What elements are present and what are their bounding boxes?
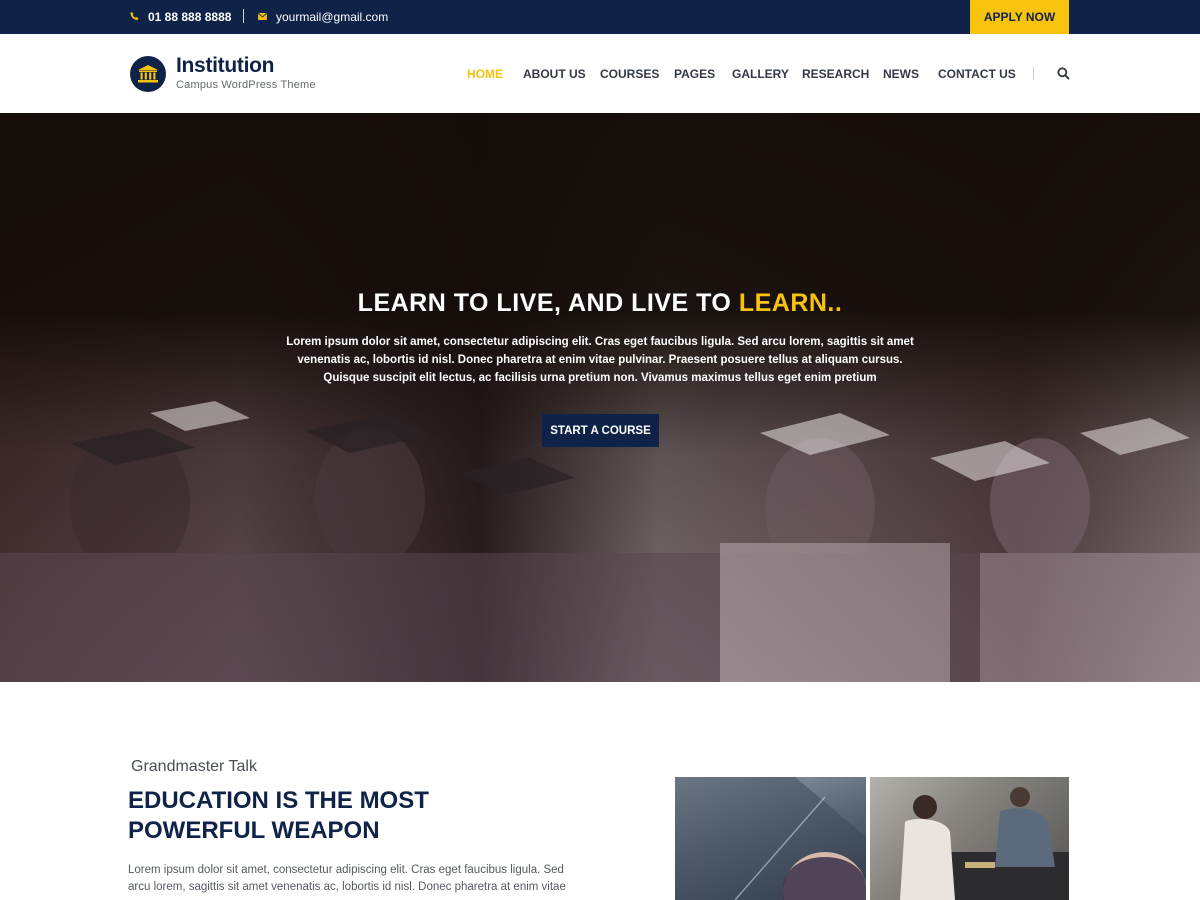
site-title[interactable]: Institution (176, 54, 274, 78)
students-studying-image (870, 777, 1069, 900)
section-text: Lorem ipsum dolor sit amet, consectetur … (128, 864, 566, 893)
phone-icon (130, 11, 139, 24)
hero-description: Lorem ipsum dolor sit amet, consectetur … (286, 336, 914, 384)
nav-item-home[interactable]: HOME (467, 67, 503, 81)
graduates-photo (0, 401, 1200, 682)
contact-divider (243, 9, 244, 23)
section-title: EDUCATION IS THE MOST POWERFUL WEAPON (128, 787, 429, 844)
institution-building-icon[interactable] (130, 56, 166, 92)
phone-contact[interactable]: 01 88 888 8888 (130, 0, 231, 34)
hero-headline-main: LEARN TO LIVE, AND LIVE TO (357, 289, 739, 317)
search-icon[interactable] (1057, 67, 1070, 80)
hero-headline-highlight: LEARN.. (738, 289, 843, 317)
nav-item-contact-us[interactable]: CONTACT US (938, 67, 1016, 81)
section-kicker: Grandmaster Talk (131, 758, 257, 775)
hero-banner: LEARN TO LIVE, AND LIVE TO LEARN.. Lorem… (0, 113, 1200, 682)
nav-item-courses[interactable]: COURSES (600, 67, 659, 81)
nav-divider (1033, 67, 1034, 80)
hero-headline: LEARN TO LIVE, AND LIVE TO LEARN.. (0, 289, 1200, 318)
email-contact[interactable]: yourmail@gmail.com (257, 0, 389, 34)
email-address: yourmail@gmail.com (276, 10, 389, 24)
nav-item-gallery[interactable]: GALLERY (732, 67, 789, 81)
nav-item-research[interactable]: RESEARCH (802, 67, 869, 81)
site-header: Institution Campus WordPress Theme HOME … (0, 34, 1200, 113)
top-bar: 01 88 888 8888 yourmail@gmail.com APPLY … (0, 0, 1200, 34)
nav-item-about-us[interactable]: ABOUT US (523, 67, 586, 81)
apply-now-button[interactable]: APPLY NOW (970, 0, 1069, 34)
nav-item-pages[interactable]: PAGES (674, 67, 715, 81)
nav-item-news[interactable]: NEWS (883, 67, 919, 81)
phone-number: 01 88 888 8888 (148, 10, 232, 24)
site-tagline: Campus WordPress Theme (176, 79, 316, 91)
envelope-icon (257, 12, 268, 23)
start-course-button[interactable]: START A COURSE (542, 414, 659, 447)
student-portrait-image (675, 777, 866, 900)
